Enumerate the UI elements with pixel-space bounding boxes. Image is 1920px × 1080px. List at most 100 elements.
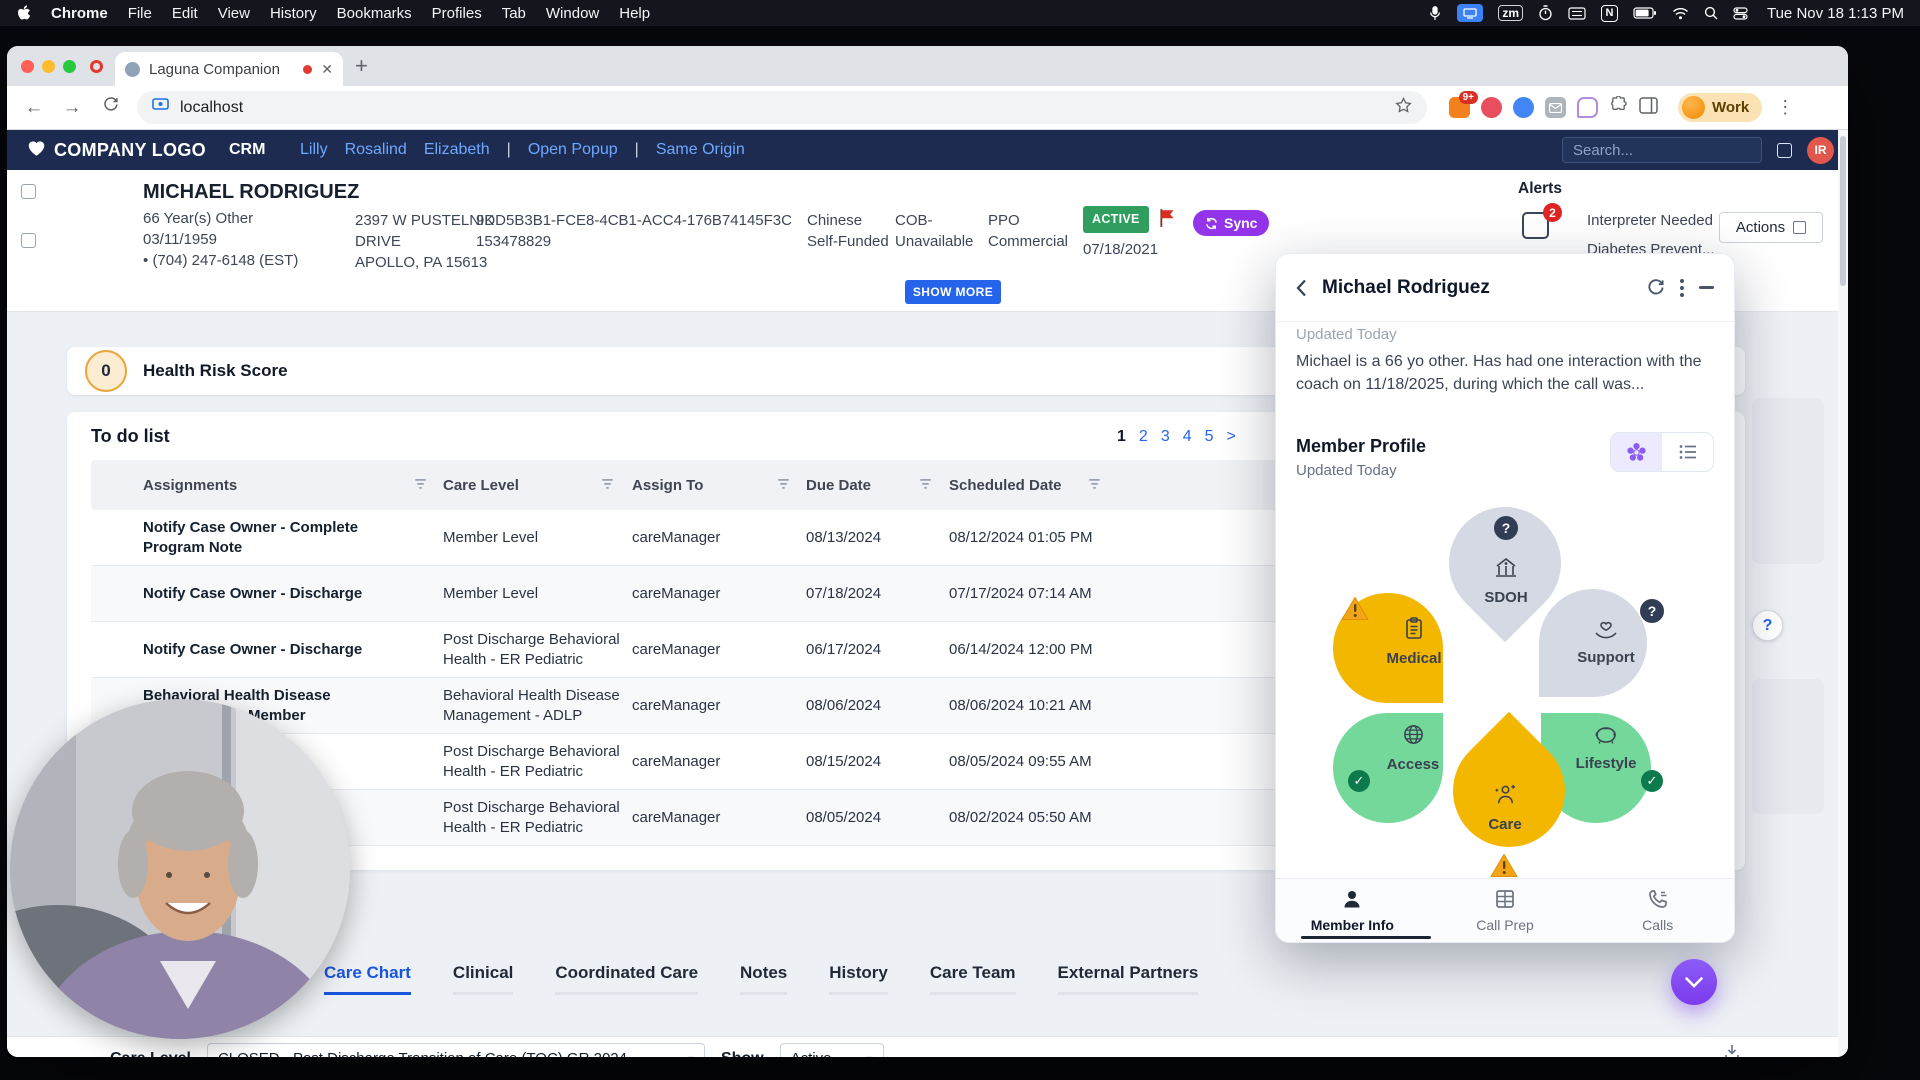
tab-care-chart[interactable]: Care Chart (324, 963, 411, 995)
same-origin-link[interactable]: Same Origin (656, 141, 745, 159)
open-popup-link[interactable]: Open Popup (528, 141, 618, 159)
back-icon[interactable]: ← (19, 97, 49, 119)
filter-icon[interactable] (414, 477, 427, 494)
wifi-icon[interactable] (1672, 7, 1689, 20)
minimize-icon[interactable] (1699, 286, 1714, 289)
help-button[interactable]: ? (1752, 610, 1783, 641)
flower-view-button[interactable] (1611, 433, 1662, 471)
tab-close-icon[interactable]: ✕ (321, 61, 333, 78)
crm-link-lilly[interactable]: Lilly (300, 141, 328, 159)
close-window-button[interactable] (21, 59, 34, 73)
page-4[interactable]: 4 (1183, 428, 1192, 446)
actions-label: Actions (1735, 219, 1786, 236)
extension-icon-red[interactable] (1481, 97, 1502, 118)
window-restore-icon[interactable] (1777, 142, 1792, 158)
side-panel-icon[interactable] (1639, 96, 1658, 119)
menu-profiles[interactable]: Profiles (432, 5, 482, 22)
extension-icon-orange[interactable]: 9+ (1449, 91, 1478, 118)
sidebar-checkbox-icon[interactable] (21, 184, 36, 199)
user-avatar[interactable]: IR (1807, 136, 1834, 164)
pagination-next[interactable]: > (1227, 428, 1236, 446)
crm-link-rosalind[interactable]: Rosalind (345, 141, 407, 159)
kebab-menu-icon[interactable] (1680, 278, 1684, 297)
scroll-down-fab[interactable] (1671, 959, 1717, 1005)
bookmark-star-icon[interactable] (1395, 96, 1412, 119)
nav-member-info[interactable]: Member Info (1276, 879, 1429, 942)
zoom-window-button[interactable] (63, 59, 76, 73)
menubar-clock[interactable]: Tue Nov 18 1:13 PM (1767, 5, 1904, 22)
spotlight-icon[interactable] (1704, 6, 1718, 20)
extension-icon-blue[interactable] (1513, 97, 1534, 118)
search-field[interactable] (1562, 137, 1762, 163)
nav-calls[interactable]: Calls (1581, 879, 1734, 942)
medical-clipboard-icon (1402, 616, 1426, 646)
filter-icon[interactable] (919, 477, 932, 494)
flag-icon[interactable] (1159, 208, 1177, 233)
tab-notes[interactable]: Notes (740, 963, 788, 995)
sidebar-checkbox-icon[interactable] (21, 233, 36, 248)
tab-external-partners[interactable]: External Partners (1057, 963, 1199, 995)
keyboard-icon[interactable] (1568, 6, 1586, 20)
page-1[interactable]: 1 (1117, 428, 1126, 446)
stopwatch-icon[interactable] (1538, 5, 1553, 21)
column-header[interactable]: Assign To (632, 460, 790, 510)
nav-call-prep[interactable]: Call Prep (1429, 879, 1582, 942)
profile-chip[interactable]: Work (1678, 93, 1763, 122)
actions-button[interactable]: Actions (1719, 212, 1823, 243)
search-input[interactable] (1562, 137, 1762, 163)
tab-care-team[interactable]: Care Team (929, 963, 1016, 995)
scrollbar-thumb[interactable] (1840, 136, 1846, 286)
apple-icon[interactable] (16, 4, 31, 22)
page-2[interactable]: 2 (1139, 428, 1148, 446)
menu-help[interactable]: Help (619, 5, 650, 22)
page-scrollbar[interactable] (1838, 130, 1848, 1057)
sync-button[interactable]: Sync (1193, 210, 1270, 236)
menu-tab[interactable]: Tab (502, 5, 526, 22)
notion-icon[interactable]: N (1600, 4, 1618, 22)
menu-chrome[interactable]: Chrome (51, 5, 108, 22)
column-header[interactable]: Assignments (143, 460, 427, 510)
reload-icon[interactable] (95, 96, 125, 119)
page-3[interactable]: 3 (1161, 428, 1170, 446)
control-center-icon[interactable] (1733, 6, 1748, 20)
screen-share-icon[interactable] (1457, 4, 1484, 22)
tab-history[interactable]: History (829, 963, 888, 995)
show-select[interactable]: Active ▾ (779, 1042, 884, 1057)
back-chevron-icon[interactable] (1296, 279, 1307, 297)
minimize-window-button[interactable] (42, 59, 55, 73)
forward-icon[interactable]: → (57, 97, 87, 119)
menu-window[interactable]: Window (546, 5, 599, 22)
table-cell: 06/17/2024 (806, 640, 882, 658)
filter-icon[interactable] (601, 477, 614, 494)
puzzle-icon[interactable] (1609, 94, 1628, 120)
care-level-select[interactable]: CLOSED - Post Discharge Transition of Ca… (206, 1042, 705, 1057)
column-header[interactable]: Care Level (443, 460, 614, 510)
menu-bookmarks[interactable]: Bookmarks (337, 5, 412, 22)
mic-icon[interactable] (1428, 5, 1442, 21)
menu-history[interactable]: History (270, 5, 317, 22)
filter-icon[interactable] (777, 477, 790, 494)
show-more-button[interactable]: SHOW MORE (905, 280, 1001, 304)
crm-link-elizabeth[interactable]: Elizabeth (424, 141, 490, 159)
list-view-button[interactable] (1662, 433, 1713, 471)
menu-view[interactable]: View (218, 5, 250, 22)
filter-icon[interactable] (1088, 477, 1101, 494)
column-header[interactable]: Scheduled Date (949, 460, 1101, 510)
browser-tab[interactable]: Laguna Companion ✕ (115, 52, 343, 86)
browser-menu-icon[interactable]: ⋮ (1776, 97, 1795, 118)
crm-module-label[interactable]: CRM (229, 130, 265, 170)
tab-clinical[interactable]: Clinical (452, 963, 514, 995)
tab-coordinated-care[interactable]: Coordinated Care (555, 963, 699, 995)
menu-edit[interactable]: Edit (172, 5, 198, 22)
company-logo[interactable]: COMPANY LOGO (27, 130, 206, 170)
column-header[interactable]: Due Date (806, 460, 932, 510)
extension-icon-mail[interactable] (1545, 97, 1566, 118)
menu-file[interactable]: File (128, 5, 152, 22)
download-icon[interactable] (1723, 1043, 1741, 1057)
zoom-icon[interactable]: zm (1498, 5, 1523, 21)
refresh-icon[interactable] (1646, 278, 1665, 297)
address-bar[interactable]: localhost (137, 91, 1427, 124)
extension-icon-chat[interactable] (1577, 97, 1598, 118)
page-5[interactable]: 5 (1205, 428, 1214, 446)
new-tab-button[interactable]: + (355, 53, 368, 79)
